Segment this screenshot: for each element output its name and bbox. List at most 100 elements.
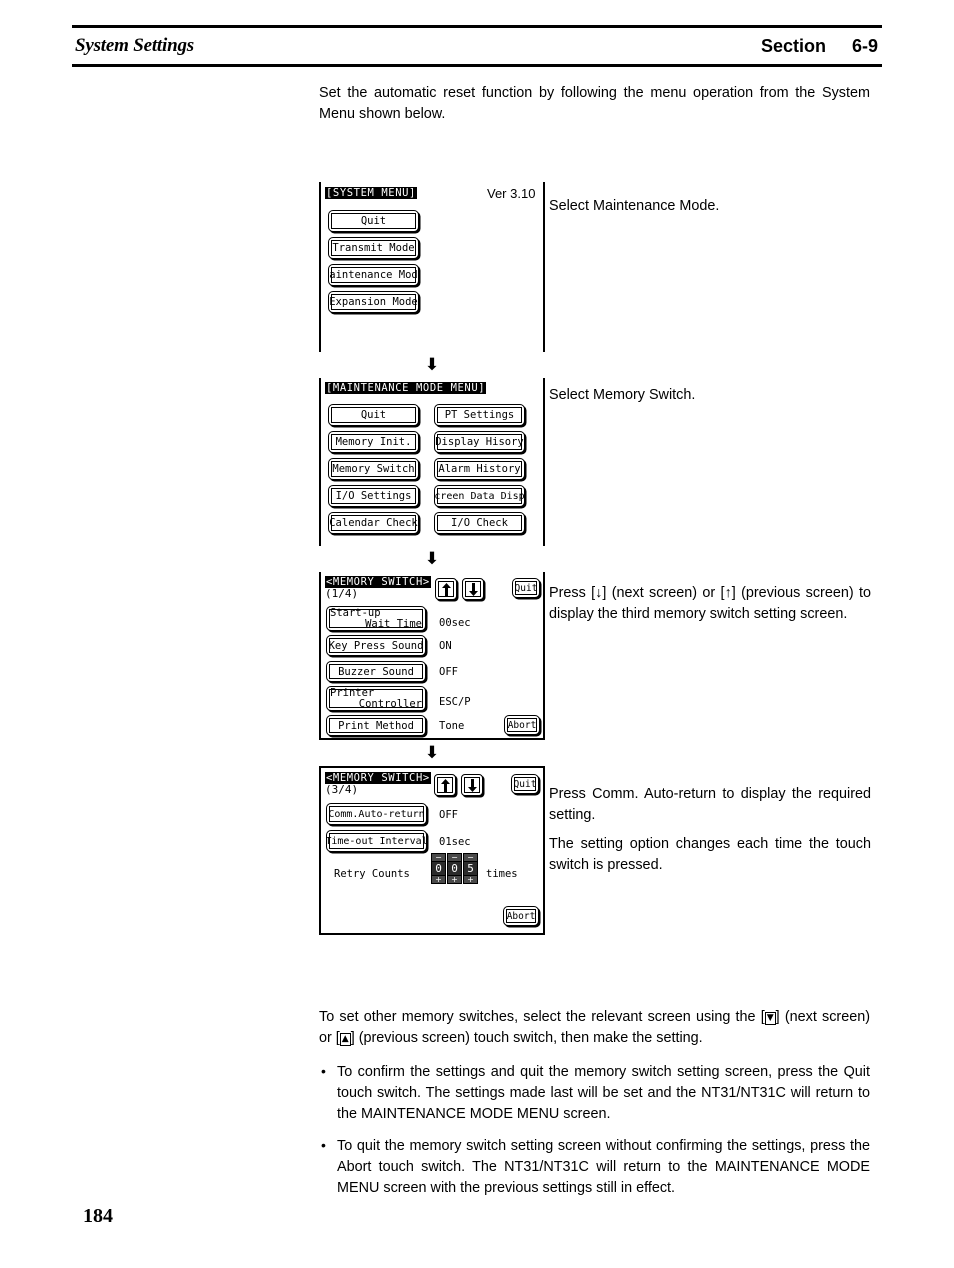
note-select-memory-switch: Select Memory Switch.	[549, 385, 871, 406]
button-label: Quit	[513, 778, 537, 790]
note-line: Press Comm. Auto-return to display the r…	[549, 786, 871, 823]
retry-digit-column-1[interactable]: − 0 +	[431, 853, 446, 884]
bullet-glyph: •	[321, 1063, 326, 1079]
memory-switch-page-indicator: (3/4)	[325, 783, 359, 796]
maint-button-pt-settings[interactable]: PT Settings	[434, 404, 525, 426]
previous-screen-key-icon: ▲	[339, 1033, 351, 1046]
button-label: Key Press Sound	[328, 639, 424, 652]
button-label: Expansion Mode	[329, 296, 418, 308]
msw1-value-printer-controller: ESC/P	[439, 696, 471, 708]
previous-screen-button[interactable]	[434, 774, 456, 796]
maint-button-memory-switch[interactable]: Memory Switch	[328, 458, 419, 480]
system-menu-button-maintenance-mode[interactable]: Maintenance Mode	[328, 264, 419, 286]
arrow-down-icon: ⬇	[424, 549, 440, 569]
retry-counts-unit: times	[486, 868, 518, 880]
section-number: 6-9	[851, 35, 878, 56]
flow-arrow-3: ⬇	[319, 740, 545, 766]
msw1-value-buzzer-sound: OFF	[439, 666, 458, 678]
increment-button[interactable]: +	[463, 875, 478, 884]
list-item-text: To quit the memory switch setting screen…	[337, 1138, 870, 1196]
msw1-value-start-up-wait-time: 00sec	[439, 617, 471, 629]
button-label: Transmit Mode	[332, 242, 415, 254]
next-screen-button[interactable]	[461, 774, 483, 796]
system-menu-title: [SYSTEM MENU]	[325, 187, 417, 199]
note-select-maintenance-mode: Select Maintenance Mode.	[549, 196, 871, 217]
screen-memory-switch-1-4: <MEMORY SWITCH> (1/4) Quit Start-up Wait…	[319, 572, 545, 740]
list-item-text: To confirm the settings and quit the mem…	[337, 1064, 870, 1122]
section-label: Section	[760, 35, 826, 56]
system-menu-button-expansion-mode[interactable]: Expansion Mode	[328, 291, 419, 313]
arrow-up-icon	[440, 778, 450, 792]
maint-button-memory-init[interactable]: Memory Init.	[328, 431, 419, 453]
header-section-info: Section 6-9	[761, 36, 882, 57]
maint-button-display-history[interactable]: Display Hisory	[434, 431, 525, 453]
increment-button[interactable]: +	[447, 875, 462, 884]
version-label: Ver 3.10	[487, 186, 536, 201]
menu-flow-diagram: [SYSTEM MENU] Ver 3.10 Quit Transmit Mod…	[319, 182, 545, 935]
note-press-next-previous: Press [↓] (next screen) or [↑] (previous…	[549, 583, 871, 625]
increment-button[interactable]: +	[431, 875, 446, 884]
msw1-button-buzzer-sound[interactable]: Buzzer Sound	[326, 661, 426, 682]
system-menu-button-transmit-mode[interactable]: Transmit Mode	[328, 237, 419, 259]
maint-button-io-settings[interactable]: I/O Settings	[328, 485, 419, 507]
arrow-down-icon	[468, 582, 478, 596]
page-number: 184	[83, 1205, 113, 1227]
note-line: Select Maintenance Mode.	[549, 198, 720, 214]
bullet-glyph: •	[321, 1137, 326, 1153]
memory-switch-quit-button[interactable]: Quit	[512, 578, 540, 598]
retry-counts-stepper[interactable]: − 0 + − 0 + − 5 +	[431, 853, 478, 884]
button-label: Buzzer Sound	[338, 665, 414, 678]
note-line: The setting option changes each time the…	[549, 836, 871, 873]
memory-switch-page-indicator: (1/4)	[325, 587, 359, 600]
maint-button-screen-data-disp[interactable]: Screen Data Disp.	[434, 485, 525, 507]
note-press-comm-auto-return: Press Comm. Auto-return to display the r…	[549, 784, 871, 876]
retry-digit-column-3[interactable]: − 5 +	[463, 853, 478, 884]
button-label: Print Method	[338, 719, 414, 732]
memory-switch-quit-button[interactable]: Quit	[511, 774, 539, 794]
maint-button-io-check[interactable]: I/O Check	[434, 512, 525, 534]
decrement-button[interactable]: −	[463, 853, 478, 862]
arrow-down-icon: ⬇	[424, 355, 440, 375]
next-screen-button[interactable]	[462, 578, 484, 600]
maint-button-calendar-check[interactable]: Calendar Check	[328, 512, 419, 534]
previous-screen-button[interactable]	[435, 578, 457, 600]
msw1-button-print-method[interactable]: Print Method	[326, 715, 426, 736]
button-label: Comm.Auto-return	[328, 808, 425, 820]
arrow-up-icon	[441, 582, 451, 596]
button-label: Memory Init.	[335, 436, 412, 448]
button-label: Calendar Check	[329, 517, 418, 529]
button-label-line2: Wait Time	[365, 617, 422, 630]
msw1-button-start-up-wait-time[interactable]: Start-up Wait Time	[326, 606, 426, 631]
button-label: Memory Switch	[332, 463, 415, 475]
button-label: Quit	[360, 215, 387, 227]
memory-switch-abort-button[interactable]: Abort	[504, 715, 540, 735]
button-label: I/O Check	[451, 517, 508, 529]
bottom-paragraph: To set other memory switches, select the…	[319, 1007, 870, 1049]
decrement-button[interactable]: −	[431, 853, 446, 862]
button-label: PT Settings	[444, 409, 515, 421]
decrement-button[interactable]: −	[447, 853, 462, 862]
system-menu-button-quit[interactable]: Quit	[328, 210, 419, 232]
msw1-button-key-press-sound[interactable]: Key Press Sound	[326, 635, 426, 656]
screen-maintenance-mode-menu: [MAINTENANCE MODE MENU] Quit Memory Init…	[319, 378, 545, 546]
msw1-value-print-method: Tone	[439, 720, 465, 732]
button-label: Abort	[506, 910, 536, 922]
retry-digit-column-2[interactable]: − 0 +	[447, 853, 462, 884]
page-title: System Settings	[75, 35, 194, 56]
msw3-button-time-out-interval[interactable]: Time-out Interval	[326, 830, 427, 852]
maint-button-alarm-history[interactable]: Alarm History	[434, 458, 525, 480]
digit-value: 0	[431, 862, 446, 875]
button-label: Maintenance Mode	[328, 269, 418, 281]
msw1-button-printer-controller[interactable]: Printer Controller	[326, 686, 426, 711]
note-line: Select Memory Switch.	[549, 387, 696, 403]
bottom-paragraph-part3: ] (previous screen) touch switch, then m…	[350, 1030, 703, 1046]
page-header: System Settings Section 6-9	[72, 25, 882, 67]
digit-value: 0	[447, 862, 462, 875]
bottom-text-block: To set other memory switches, select the…	[319, 1007, 870, 1210]
memory-switch-abort-button[interactable]: Abort	[503, 906, 539, 926]
msw3-button-comm-auto-return[interactable]: Comm.Auto-return	[326, 803, 427, 825]
note-line: Press [↓] (next screen) or [↑] (previous…	[549, 585, 871, 622]
screen-memory-switch-3-4: <MEMORY SWITCH> (3/4) Quit Comm.Auto-ret…	[319, 766, 545, 935]
maint-button-quit[interactable]: Quit	[328, 404, 419, 426]
bottom-paragraph-part1: To set other memory switches, select the…	[319, 1009, 765, 1025]
